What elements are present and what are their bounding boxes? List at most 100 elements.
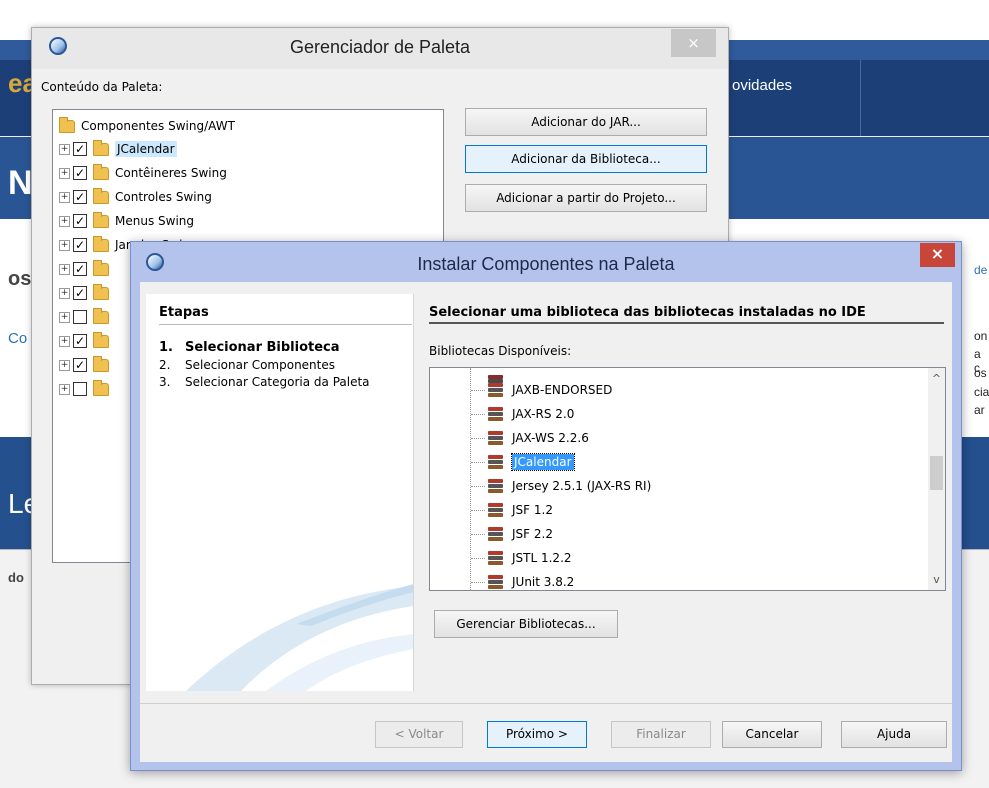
- folder-icon: [93, 283, 109, 300]
- palette-content-label: Conteúdo da Paleta:: [41, 80, 163, 94]
- tree-item[interactable]: + ✓ Menus Swing: [59, 210, 194, 232]
- library-item[interactable]: JSF 2.2: [430, 523, 553, 545]
- panel-title-divider: [429, 322, 944, 324]
- close-button[interactable]: ×: [920, 243, 955, 267]
- library-item[interactable]: JAXB-ENDORSED: [430, 379, 612, 401]
- tree-item[interactable]: + ✓: [59, 330, 115, 352]
- tree-item-label: Contêineres Swing: [115, 166, 227, 180]
- library-name: JCalendar: [511, 453, 575, 471]
- library-name: JUnit 3.8.2: [512, 575, 575, 589]
- step-number: 2.: [159, 358, 171, 372]
- add-from-project-button[interactable]: Adicionar a partir do Projeto...: [465, 184, 707, 212]
- folder-icon: [59, 116, 75, 133]
- library-name: JSTL 1.2.2: [512, 551, 572, 565]
- library-list[interactable]: JAXB-ENDORSED JAX-RS 2.0 JAX-WS 2.2.6 JC…: [429, 367, 946, 591]
- folder-icon: [93, 307, 109, 324]
- expand-icon[interactable]: +: [59, 167, 70, 179]
- tree-connector: [471, 557, 485, 559]
- install-components-dialog: Instalar Componentes na Paleta × Etapas …: [130, 241, 962, 771]
- tree-item[interactable]: + ✓ JCalendar: [59, 138, 177, 160]
- bg-lower-fragment: do: [8, 570, 24, 585]
- library-item[interactable]: JSF 1.2: [430, 499, 553, 521]
- library-item[interactable]: JAX-RS 2.0: [430, 403, 574, 425]
- footer-divider: [140, 703, 952, 704]
- expand-icon[interactable]: +: [59, 335, 70, 347]
- step-1: 1. Selecionar Biblioteca: [159, 340, 340, 355]
- nav-link-novidades[interactable]: ovidades: [732, 77, 792, 94]
- scroll-down-icon[interactable]: v: [928, 571, 945, 588]
- expand-icon[interactable]: +: [59, 239, 70, 251]
- expand-icon[interactable]: +: [59, 287, 70, 299]
- expand-icon[interactable]: +: [59, 311, 70, 323]
- tree-item-label: Menus Swing: [115, 214, 195, 228]
- category-checkbox[interactable]: ✓: [73, 190, 87, 204]
- category-checkbox[interactable]: ✓: [73, 262, 87, 276]
- tree-connector: [471, 389, 485, 391]
- expand-icon[interactable]: +: [59, 383, 70, 395]
- category-checkbox[interactable]: ✓: [73, 286, 87, 300]
- category-checkbox[interactable]: ✓: [73, 334, 87, 348]
- nav-divider: [860, 60, 861, 136]
- expand-icon[interactable]: +: [59, 143, 70, 155]
- steps-divider: [159, 324, 412, 325]
- bg-link-fragment[interactable]: Co: [8, 330, 27, 347]
- next-button[interactable]: Próximo >: [487, 721, 587, 748]
- scroll-up-icon[interactable]: ^: [928, 370, 945, 387]
- expand-icon[interactable]: +: [59, 215, 70, 227]
- category-checkbox[interactable]: ✓: [73, 358, 87, 372]
- tree-root-label: Componentes Swing/AWT: [81, 119, 235, 133]
- expand-icon[interactable]: +: [59, 359, 70, 371]
- finish-button[interactable]: Finalizar: [611, 721, 711, 748]
- category-checkbox[interactable]: ✓: [73, 142, 87, 156]
- step-2: 2. Selecionar Componentes: [159, 358, 335, 372]
- help-button[interactable]: Ajuda: [841, 721, 947, 748]
- category-checkbox[interactable]: ✓: [73, 238, 87, 252]
- category-checkbox[interactable]: ✓: [73, 166, 87, 180]
- library-item[interactable]: JUnit 3.8.2: [430, 571, 575, 590]
- step-label: Selecionar Biblioteca: [185, 340, 340, 355]
- library-icon: [487, 406, 503, 422]
- library-item-selected[interactable]: JCalendar: [430, 451, 575, 473]
- scrollbar-thumb[interactable]: [930, 456, 943, 490]
- back-button[interactable]: < Voltar: [375, 721, 463, 748]
- steps-heading: Etapas: [159, 305, 209, 320]
- cancel-button[interactable]: Cancelar: [722, 721, 822, 748]
- wizard-body: Etapas 1. Selecionar Biblioteca 2. Selecio…: [140, 282, 952, 762]
- folder-icon: [93, 163, 109, 180]
- tree-item[interactable]: + ✓: [59, 258, 115, 280]
- available-libraries-label: Bibliotecas Disponíveis:: [429, 344, 572, 358]
- expand-icon[interactable]: +: [59, 191, 70, 203]
- bg-heading-letter: N: [8, 164, 33, 202]
- install-dialog-title: Instalar Componentes na Paleta: [417, 254, 675, 274]
- steps-panel: Etapas 1. Selecionar Biblioteca 2. Selecio…: [146, 294, 414, 691]
- tree-item[interactable]: +: [59, 378, 115, 400]
- tree-item[interactable]: + ✓ Contêineres Swing: [59, 162, 227, 184]
- library-item[interactable]: JSTL 1.2.2: [430, 547, 572, 569]
- expand-icon[interactable]: +: [59, 263, 70, 275]
- tree-item[interactable]: + ✓ Controles Swing: [59, 186, 212, 208]
- library-item[interactable]: JAX-WS 2.2.6: [430, 427, 589, 449]
- add-from-library-button[interactable]: Adicionar da Biblioteca...: [465, 145, 707, 173]
- library-list-scrollbar[interactable]: ^ v: [928, 368, 945, 590]
- category-checkbox[interactable]: ✓: [73, 214, 87, 228]
- folder-icon: [93, 331, 109, 348]
- tree-item[interactable]: +: [59, 306, 115, 328]
- folder-icon: [93, 187, 109, 204]
- close-button[interactable]: ×: [671, 29, 716, 57]
- tree-item[interactable]: + ✓: [59, 354, 115, 376]
- tree-connector: [471, 533, 485, 535]
- library-icon: [487, 550, 503, 566]
- tree-item[interactable]: + ✓: [59, 282, 115, 304]
- tree-root[interactable]: Componentes Swing/AWT: [59, 115, 235, 137]
- library-icon: [487, 382, 503, 398]
- add-from-jar-button[interactable]: Adicionar do JAR...: [465, 108, 707, 136]
- category-checkbox[interactable]: [73, 382, 87, 396]
- library-item[interactable]: Jersey 2.5.1 (JAX-RS RI): [430, 475, 651, 497]
- bg-right-text: os: [974, 366, 987, 380]
- category-checkbox[interactable]: [73, 310, 87, 324]
- bg-right-link[interactable]: de: [974, 263, 987, 277]
- bg-right-text: ar: [974, 403, 985, 417]
- library-name: JAXB-ENDORSED: [512, 383, 613, 397]
- manage-libraries-button[interactable]: Gerenciar Bibliotecas...: [434, 610, 618, 638]
- folder-icon: [93, 235, 109, 252]
